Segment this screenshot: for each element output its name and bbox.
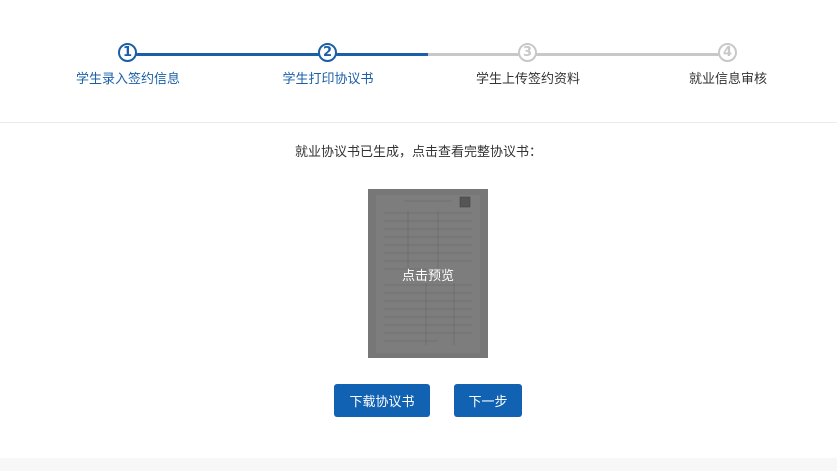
download-agreement-button[interactable]: 下载协议书 <box>334 384 430 417</box>
preview-label: 点击预览 <box>401 269 454 284</box>
agreement-preview-thumbnail[interactable]: 点击预览 <box>368 189 488 358</box>
step-2-circle: 2 <box>318 43 337 62</box>
step-3-circle: 3 <box>518 43 537 62</box>
step-1-label: 学生录入签约信息 <box>75 72 180 87</box>
next-step-button[interactable]: 下一步 <box>454 384 522 417</box>
step-connector-2-3-active <box>328 53 428 56</box>
progress-stepper: 1 2 3 4 学生录入签约信息 学生打印协议书 学生上传签约资料 就业信息审核 <box>0 0 837 123</box>
step-4-circle: 4 <box>718 43 737 62</box>
step-connector-1-2 <box>128 53 328 56</box>
step-2-label: 学生打印协议书 <box>282 72 374 87</box>
agreement-card: 1 2 3 4 学生录入签约信息 学生打印协议书 学生上传签约资料 就业信息审核… <box>0 0 837 458</box>
step-3-label: 学生上传签约资料 <box>475 72 580 87</box>
agreement-generated-hint: 就业协议书已生成，点击查看完整协议书： <box>294 145 542 160</box>
step-connector-2-3-inactive <box>428 53 528 56</box>
step-1-circle: 1 <box>118 43 137 62</box>
step-connector-3-4 <box>528 53 728 56</box>
step-4-label: 就业信息审核 <box>688 72 767 87</box>
